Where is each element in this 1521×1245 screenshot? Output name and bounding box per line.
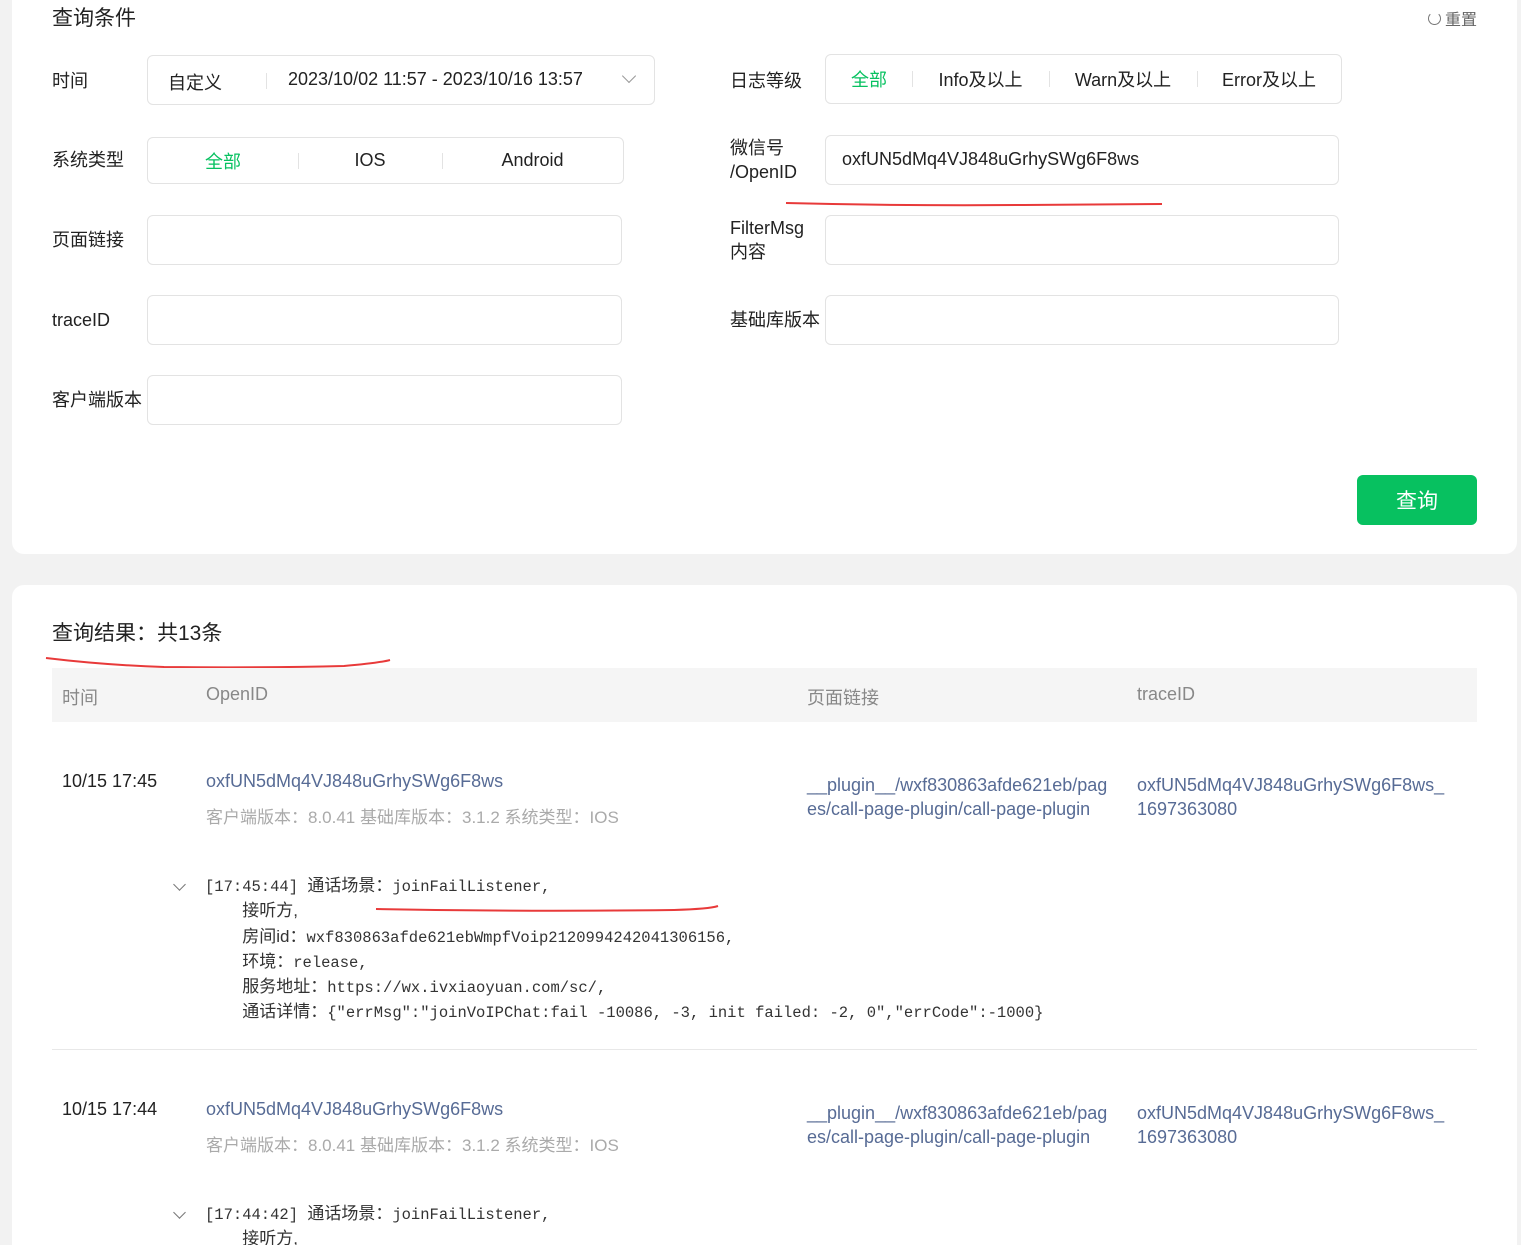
time-range-value: 2023/10/02 11:57 - 2023/10/16 13:57	[288, 69, 583, 89]
row-trace-line2[interactable]: 1697363080	[1137, 797, 1237, 821]
trace-label: traceID	[52, 310, 111, 330]
reset-button[interactable]: 重置	[1427, 6, 1477, 30]
log-detail: [17:44:42] 通话场景：joinFailListener, 接听方,	[205, 1204, 551, 1245]
lib-version-input[interactable]	[825, 295, 1339, 345]
filter-label-line1: FilterMsg	[730, 218, 805, 238]
annotation-underline	[785, 202, 1163, 207]
expand-chevron-icon[interactable]	[173, 878, 186, 891]
openid-input[interactable]: oxfUN5dMq4VJ848uGrhySWg6F8ws	[825, 135, 1339, 185]
log-detail: [17:45:44] 通话场景：joinFailListener, 接听方, 房…	[205, 876, 1044, 1023]
reset-label: 重置	[1444, 12, 1477, 29]
log-level-all[interactable]: 全部	[826, 66, 912, 92]
query-button[interactable]: 查询	[1357, 475, 1477, 525]
trace-input[interactable]	[147, 295, 622, 345]
row-divider	[52, 1049, 1477, 1050]
page-link-input[interactable]	[147, 215, 622, 265]
log-level-selector: 全部 Info及以上 Warn及以上 Error及以上	[825, 54, 1342, 104]
row-time: 10/15 17:45	[62, 771, 158, 791]
wechat-label-line1: 微信号	[730, 138, 784, 158]
time-mode: 自定义	[168, 73, 222, 93]
client-version-label: 客户端版本	[52, 390, 142, 410]
results-title: 查询结果：共13条	[52, 622, 223, 645]
os-android[interactable]: Android	[442, 150, 623, 171]
lib-version-label: 基础库版本	[730, 310, 820, 330]
chevron-down-icon	[621, 68, 637, 84]
expand-chevron-icon[interactable]	[173, 1206, 186, 1219]
row-page-link-line2[interactable]: es/call-page-plugin/call-page-plugin	[807, 797, 1090, 821]
log-level-label: 日志等级	[730, 71, 802, 91]
row-trace-line2[interactable]: 1697363080	[1137, 1125, 1237, 1149]
filter-label-line2: 内容	[730, 242, 766, 262]
row-page-link-line1[interactable]: __plugin__/wxf830863afde621eb/pag	[807, 773, 1107, 797]
wechat-label-line2: /OpenID	[730, 162, 798, 182]
client-version-input[interactable]	[147, 375, 622, 425]
page-link-label: 页面链接	[52, 230, 124, 250]
filter-msg-input[interactable]	[825, 215, 1339, 265]
log-level-error[interactable]: Error及以上	[1197, 66, 1341, 92]
os-selector: 全部 IOS Android	[147, 137, 624, 184]
annotation-underline	[375, 905, 719, 912]
refresh-icon	[1427, 11, 1441, 25]
row-trace-line1[interactable]: oxfUN5dMq4VJ848uGrhySWg6F8ws_	[1137, 773, 1444, 797]
log-level-info[interactable]: Info及以上	[912, 66, 1049, 92]
row-meta: 客户端版本：8.0.41 基础库版本：3.1.2 系统类型：IOS	[206, 1136, 619, 1155]
row-page-link-line1[interactable]: __plugin__/wxf830863afde621eb/pag	[807, 1101, 1107, 1125]
row-time: 10/15 17:44	[62, 1099, 158, 1119]
query-panel: 查询条件 重置 时间 自定义 2023/10/02 11:57 - 2023/1…	[12, 0, 1517, 554]
os-label: 系统类型	[52, 150, 124, 170]
row-trace-line1[interactable]: oxfUN5dMq4VJ848uGrhySWg6F8ws_	[1137, 1101, 1444, 1125]
row-page-link-line2[interactable]: es/call-page-plugin/call-page-plugin	[807, 1125, 1090, 1149]
query-title: 查询条件	[52, 7, 136, 30]
openid-input-value: oxfUN5dMq4VJ848uGrhySWg6F8ws	[842, 149, 1140, 169]
row-meta: 客户端版本：8.0.41 基础库版本：3.1.2 系统类型：IOS	[206, 808, 619, 827]
column-time: 时间	[62, 688, 98, 708]
row-openid-link[interactable]: oxfUN5dMq4VJ848uGrhySWg6F8ws	[206, 1097, 503, 1121]
column-page-link: 页面链接	[807, 688, 879, 708]
time-label: 时间	[52, 71, 88, 91]
row-openid-link[interactable]: oxfUN5dMq4VJ848uGrhySWg6F8ws	[206, 769, 503, 793]
time-range-picker[interactable]: 自定义 2023/10/02 11:57 - 2023/10/16 13:57	[147, 55, 655, 105]
table-header: 时间 OpenID 页面链接 traceID	[52, 668, 1477, 722]
os-all[interactable]: 全部	[148, 148, 298, 174]
log-level-warn[interactable]: Warn及以上	[1049, 66, 1197, 92]
column-openid: OpenID	[206, 684, 269, 704]
column-traceid: traceID	[1137, 684, 1196, 704]
os-ios[interactable]: IOS	[298, 150, 442, 171]
results-panel: 查询结果：共13条 时间 OpenID 页面链接 traceID 10/15 1…	[12, 585, 1517, 1245]
